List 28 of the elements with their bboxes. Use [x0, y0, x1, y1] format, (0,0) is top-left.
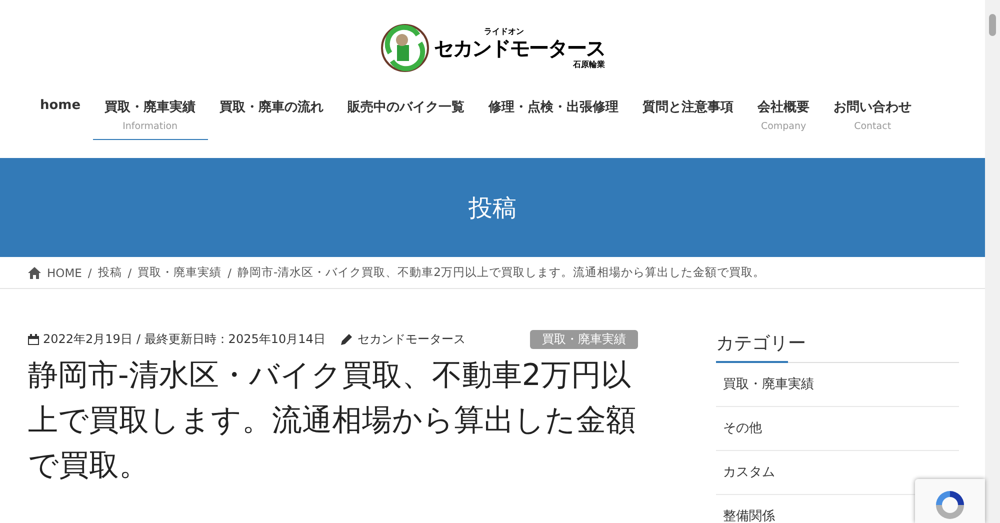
- breadcrumb-link[interactable]: 投稿: [98, 265, 122, 280]
- post-date: 2022年2月19日: [43, 330, 132, 348]
- category-link[interactable]: 整備関係: [723, 509, 775, 523]
- breadcrumb-separator: /: [128, 266, 132, 280]
- nav-link[interactable]: 修理・点検・出張修理: [476, 94, 631, 140]
- category-link[interactable]: カスタム: [723, 465, 775, 480]
- breadcrumb-link[interactable]: 買取・廃車実績: [138, 265, 222, 280]
- nav-link[interactable]: お問い合わせ Contact: [822, 94, 924, 140]
- breadcrumb-separator: /: [228, 266, 232, 280]
- updated-date: / 最終更新日時：2025年10月14日: [136, 330, 326, 348]
- category-link[interactable]: その他: [723, 421, 762, 436]
- logo-tagline: ライドオン: [484, 26, 524, 37]
- post-author[interactable]: セカンドモータース: [357, 330, 466, 348]
- breadcrumb-text: 静岡市-清水区・バイク買取、不動車2万円以上で買取します。流通相場から算出した金額で買取。: [238, 265, 765, 280]
- sidebar-heading: カテゴリー: [716, 332, 806, 356]
- nav-link[interactable]: 買取・廃車の流れ: [208, 94, 336, 140]
- nav-link[interactable]: 販売中のバイク一覧: [336, 94, 477, 140]
- nav-link[interactable]: 買取・廃車実績 Information: [92, 94, 208, 140]
- nav-link[interactable]: home: [28, 94, 93, 140]
- post-title: 静岡市-清水区・バイク買取、不動車2万円以上で買取します。流通相場から算出した金額で買取。: [28, 357, 637, 485]
- category-link[interactable]: 買取・廃車実績: [723, 377, 814, 392]
- breadcrumb-link[interactable]: HOME: [47, 266, 82, 280]
- banner-title: 投稿: [468, 192, 516, 224]
- breadcrumb-separator: /: [88, 266, 92, 280]
- nav-link[interactable]: 質問と注意事項: [630, 94, 746, 140]
- logo-subtitle: 石原輪業: [573, 59, 605, 70]
- logo-title: セカンドモータース: [434, 37, 605, 59]
- nav-link[interactable]: 会社概要 Company: [746, 94, 822, 140]
